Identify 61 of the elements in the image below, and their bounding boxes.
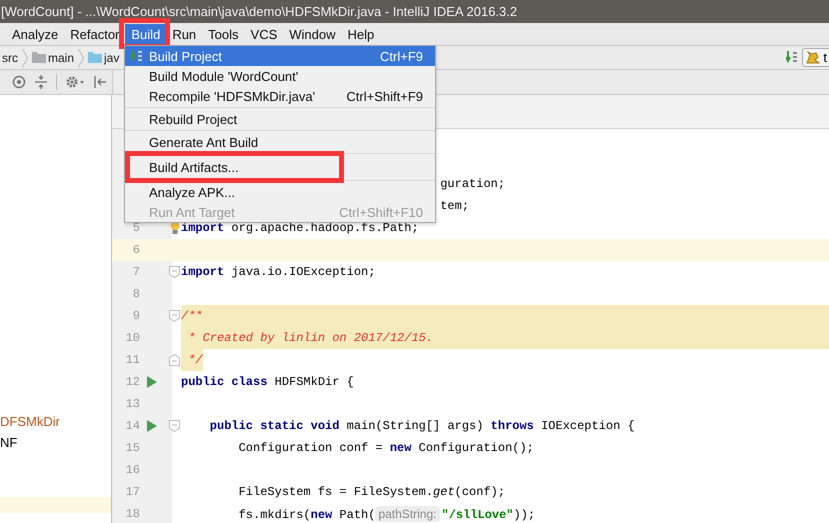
build-icon[interactable] <box>786 50 798 64</box>
menu-item[interactable]: Build <box>125 24 166 44</box>
line-number: 10 <box>126 331 140 345</box>
folder-icon <box>88 52 102 63</box>
menu-item[interactable]: Build Project Ctrl+F9 <box>125 46 435 66</box>
line-number: 15 <box>126 441 140 455</box>
code-line: Configuration conf = new Configuration(); <box>238 441 534 455</box>
line-number: 16 <box>126 463 140 477</box>
breadcrumb[interactable]: main <box>46 50 76 64</box>
collapse-icon[interactable] <box>34 75 48 89</box>
fold-icon[interactable] <box>169 420 180 432</box>
folder-icon <box>32 52 46 63</box>
menu-item[interactable]: Build Artifacts... <box>125 151 344 183</box>
fold-icon[interactable] <box>169 266 180 278</box>
line-number: 12 <box>126 375 140 389</box>
chevron-icon <box>22 48 28 68</box>
line-number: 7 <box>132 265 140 279</box>
menu-item[interactable]: Build Module 'WordCount' <box>125 66 435 86</box>
menu-item[interactable]: Recompile 'HDFSMkDir.java' Ctrl+Shift+F9 <box>125 86 435 106</box>
code-line: public class HDFSMkDir { <box>181 375 354 389</box>
run-config-button[interactable]: t <box>802 48 829 67</box>
lightbulb-icon[interactable] <box>170 221 180 235</box>
menu-item[interactable]: Run <box>166 24 202 44</box>
line-number: 8 <box>132 287 140 301</box>
menu-item[interactable]: Tools <box>202 24 245 44</box>
line-number: 13 <box>126 397 140 411</box>
menu-item[interactable]: Refactor <box>64 24 126 44</box>
code-line: fs.mkdirs(new Path( pathString: "/sllLove")); <box>238 506 536 522</box>
code-line: FileSystem fs = FileSystem.get(conf); <box>238 485 506 499</box>
line-number: 6 <box>132 243 140 257</box>
code-line: guration; <box>440 177 506 191</box>
menu-item[interactable]: Analyze <box>6 24 64 44</box>
line-number: 9 <box>132 309 140 323</box>
code-line: import java.io.IOException; <box>181 265 376 279</box>
run-icon[interactable] <box>147 420 157 432</box>
breadcrumb[interactable]: jav <box>102 50 122 64</box>
line-number: 17 <box>126 485 140 499</box>
line-number: 18 <box>126 507 140 521</box>
code-line: tem; <box>440 199 470 213</box>
window-title: [WordCount] - ...\WordCount\src\main\java\demo\HDFSMkDir.java - IntelliJ IDEA 2016.3.2 <box>1 4 518 19</box>
code-line: public static void main(String[] args) throws IOException { <box>208 419 635 433</box>
line-number: 11 <box>126 353 140 367</box>
tree-item[interactable]: DFSMkDir <box>0 411 60 432</box>
pin-icon[interactable] <box>93 75 107 89</box>
menu-item[interactable]: Window <box>283 24 342 44</box>
chevron-icon <box>78 48 84 68</box>
fold-icon[interactable] <box>169 354 180 366</box>
menu-item[interactable]: Generate Ant Build <box>125 132 435 152</box>
settings-icon[interactable] <box>65 75 85 89</box>
tree-item[interactable]: NF <box>0 432 18 453</box>
menu-item[interactable]: VCS <box>244 24 284 44</box>
menu-item[interactable]: Help <box>342 24 380 44</box>
run-icon[interactable] <box>147 376 157 388</box>
menu-item[interactable]: Rebuild Project <box>125 109 435 129</box>
breadcrumb[interactable]: src <box>0 50 20 64</box>
line-number: 14 <box>126 419 140 433</box>
target-icon[interactable] <box>12 75 26 89</box>
line-number: 5 <box>132 221 140 235</box>
code-line: import org.apache.hadoop.fs.Path; <box>181 221 419 235</box>
fold-icon[interactable] <box>169 310 180 322</box>
menu-item[interactable]: Analyze APK... <box>125 182 435 202</box>
